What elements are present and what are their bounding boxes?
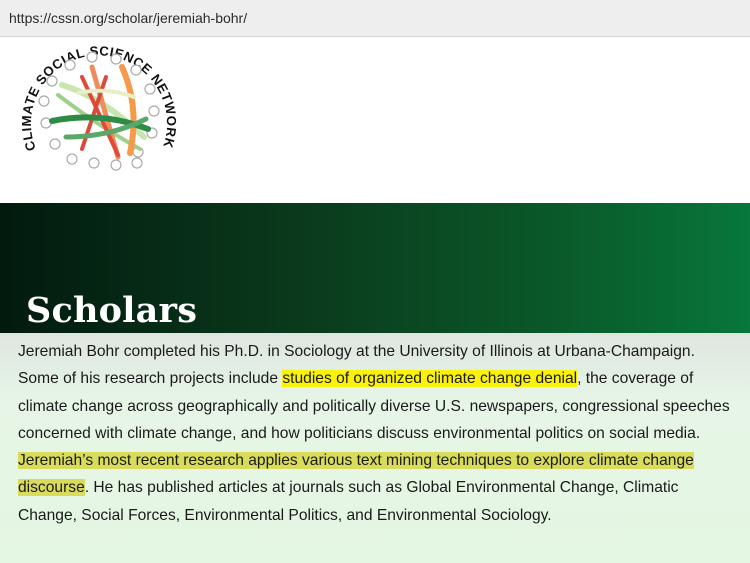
hero-banner: Scholars	[0, 203, 750, 333]
site-header: CLIMATE SOCIAL SCIENCE NETWORK	[0, 37, 750, 203]
scholar-bio: Jeremiah Bohr completed his Ph.D. in Soc…	[18, 338, 730, 529]
browser-address-bar[interactable]: https://cssn.org/scholar/jeremiah-bohr/	[0, 0, 750, 37]
scholar-content: Jeremiah Bohr completed his Ph.D. in Soc…	[0, 333, 750, 563]
page-title: Scholars	[26, 290, 198, 331]
bio-highlight: studies of organized climate change deni…	[282, 370, 578, 388]
bio-text: . He has published articles at journals …	[18, 479, 679, 524]
network-strands-icon	[49, 64, 151, 160]
url-text[interactable]: https://cssn.org/scholar/jeremiah-bohr/	[9, 10, 247, 26]
cssn-logo[interactable]: CLIMATE SOCIAL SCIENCE NETWORK	[22, 37, 187, 202]
